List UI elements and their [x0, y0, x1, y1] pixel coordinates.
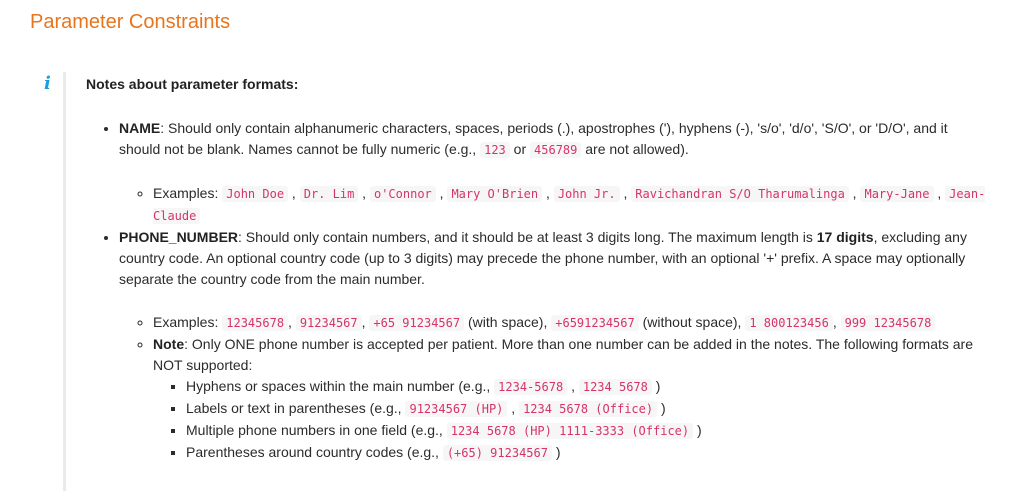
phone-max: 17 digits — [816, 229, 874, 245]
code-name-example: Ravichandran S/O Tharumalinga — [631, 186, 849, 202]
info-callout: i Notes about parameter formats: NAME: S… — [30, 66, 990, 491]
code-phone-ex2: 91234567 — [295, 315, 362, 331]
unsupported-list: Hyphens or spaces within the main number… — [153, 376, 986, 464]
code-unsupported-example: 1234 5678 (Office) — [519, 401, 658, 417]
phone-label: PHONE_NUMBER — [119, 229, 239, 245]
code-phone-ex1: 12345678 — [222, 315, 289, 331]
code-name-example: Mary O'Brien — [447, 186, 543, 202]
code-name-example: John Jr. — [553, 186, 620, 202]
phone-description: PHONE_NUMBER: Should only contain number… — [119, 227, 986, 290]
code-phone-ex4: +6591234567 — [551, 315, 639, 331]
code-unsupported-example: 91234567 (HP) — [405, 401, 508, 417]
code-phone-ex3: +65 91234567 — [369, 315, 465, 331]
code-name-example: Dr. Lim — [299, 186, 359, 202]
code-phone-ex6: 999 12345678 — [840, 315, 936, 331]
phone-constraint: PHONE_NUMBER: Should only contain number… — [119, 227, 986, 464]
examples-label: Examples: — [153, 314, 219, 330]
name-description: NAME: Should only contain alphanumeric c… — [119, 118, 986, 161]
unsupported-text: Labels or text in parentheses (e.g., — [186, 400, 406, 416]
callout-content: Notes about parameter formats: NAME: Sho… — [86, 66, 986, 464]
phone-sublist: Examples: 12345678, 91234567, +65 912345… — [119, 312, 986, 464]
unsupported-end: ) — [697, 422, 702, 438]
code-unsupported-example: 1234 5678 (HP) 1111-3333 (Office) — [446, 423, 694, 439]
name-example-list: John Doe , Dr. Lim , o'Connor , Mary O'B… — [153, 185, 986, 224]
examples-label: Examples: — [153, 185, 219, 201]
name-sublist: Examples: John Doe , Dr. Lim , o'Connor … — [119, 183, 986, 227]
unsupported-text: Multiple phone numbers in one field (e.g… — [186, 422, 447, 438]
constraint-list: NAME: Should only contain alphanumeric c… — [86, 118, 986, 464]
info-icon: i — [44, 73, 51, 94]
unsupported-end: ) — [655, 378, 661, 394]
phone-desc-text: : Should only contain numbers, and it sh… — [238, 229, 817, 245]
ex3-note: (with space), — [468, 314, 548, 330]
code-name-example: Mary-Jane — [860, 186, 934, 202]
code-name-num2: 456789 — [530, 142, 582, 158]
unsupported-end: ) — [661, 400, 666, 416]
or-text: or — [513, 141, 527, 157]
code-unsupported-example: (+65) 91234567 — [442, 445, 552, 461]
name-label: NAME — [119, 120, 161, 136]
unsupported-item: Labels or text in parentheses (e.g., 912… — [186, 398, 986, 420]
note-label: Note — [153, 336, 185, 352]
callout-heading: Notes about parameter formats: — [86, 76, 299, 92]
code-unsupported-example: 1234-5678 — [494, 379, 568, 395]
code-name-num1: 123 — [480, 142, 510, 158]
unsupported-item: Multiple phone numbers in one field (e.g… — [186, 420, 986, 442]
code-name-example: o'Connor — [369, 186, 436, 202]
unsupported-text: Parentheses around country codes (e.g., — [186, 444, 443, 460]
callout-bar — [63, 72, 66, 491]
code-name-example: John Doe — [222, 186, 289, 202]
name-desc-end: are not allowed). — [585, 141, 689, 157]
section-title: Parameter Constraints — [30, 11, 231, 33]
unsupported-item: Parentheses around country codes (e.g., … — [186, 442, 986, 464]
unsupported-end: ) — [555, 444, 561, 460]
unsupported-item: Hyphens or spaces within the main number… — [186, 376, 986, 398]
code-unsupported-example: 1234 5678 — [578, 379, 652, 395]
ex4-note: (without space), — [642, 314, 742, 330]
name-constraint: NAME: Should only contain alphanumeric c… — [119, 118, 986, 227]
note-text: : Only ONE phone number is accepted per … — [153, 336, 973, 373]
phone-note: Note: Only ONE phone number is accepted … — [153, 334, 986, 464]
phone-examples: Examples: 12345678, 91234567, +65 912345… — [153, 312, 986, 334]
name-examples: Examples: John Doe , Dr. Lim , o'Connor … — [153, 183, 986, 227]
page: Parameter Constraints i Notes about para… — [0, 0, 1025, 491]
unsupported-text: Hyphens or spaces within the main number… — [186, 378, 495, 394]
code-phone-ex5: 1 800123456 — [745, 315, 833, 331]
